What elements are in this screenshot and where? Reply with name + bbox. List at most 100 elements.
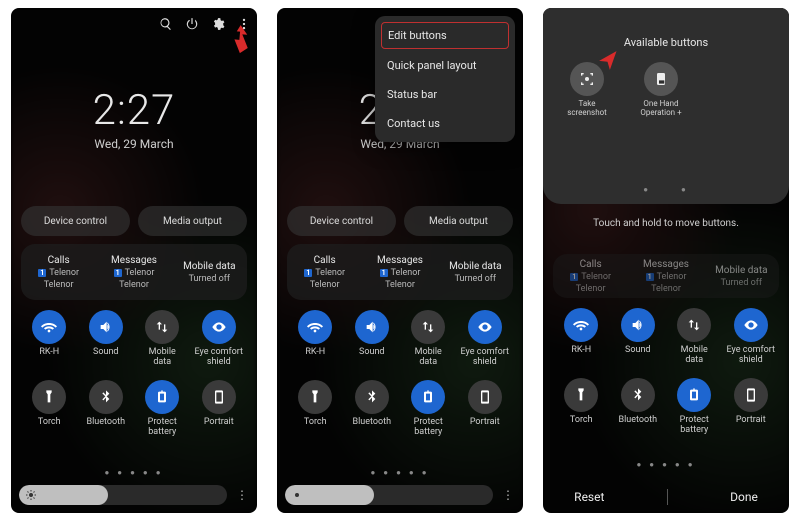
torch-icon (32, 380, 66, 414)
tile-label: Protect battery (667, 416, 721, 436)
tile-label: Sound (93, 348, 118, 358)
tile-bluetooth[interactable]: Bluetooth (78, 380, 135, 438)
quick-tiles-grid: RK-H Sound Mobile dataEye comfort shield To… (553, 308, 779, 436)
mobile_data-icon (145, 310, 179, 344)
tile-label: Portrait (204, 418, 234, 428)
power-icon[interactable] (185, 17, 199, 31)
tile-label: Torch (38, 418, 61, 428)
menu-quick-panel-layout[interactable]: Quick panel layout (375, 51, 515, 80)
sound-icon (621, 308, 655, 342)
tile-mobile_data[interactable]: Mobile data (400, 310, 457, 368)
mobile_data-icon (411, 310, 445, 344)
torch-icon (564, 378, 598, 412)
tile-sound[interactable]: Sound (344, 310, 401, 368)
tile-label: Sound (625, 346, 650, 356)
tile-wifi[interactable]: RK-H (287, 310, 344, 368)
tile-wifi[interactable]: RK-H (553, 308, 610, 366)
quick-tiles-grid: RK-HSound Mobile data Eye comfort shield To… (287, 310, 513, 438)
shortcut-pills: Device control Media output (21, 206, 247, 236)
tile-sound[interactable]: Sound (610, 308, 667, 366)
card-messages: Messages 1Telenor Telenor (96, 244, 171, 300)
menu-contact-us[interactable]: Contact us (375, 109, 515, 138)
clock-time: 2:27 (11, 86, 257, 135)
panel-overflow-menu: 2:27 Wed, 29 March Device control Media … (277, 8, 523, 513)
brightness-slider[interactable] (285, 485, 493, 505)
available-page-indicator: ● ● (543, 185, 789, 194)
clock-block: 2:27 Wed, 29 March (11, 86, 257, 151)
available-one-hand-operation[interactable]: One Hand Operation + (633, 62, 689, 118)
protect-icon (677, 378, 711, 412)
device-control-button[interactable]: Device control (287, 206, 396, 236)
portrait-icon (734, 378, 768, 412)
tile-bluetooth[interactable]: Bluetooth (610, 378, 667, 436)
eye-icon (468, 310, 502, 344)
search-icon[interactable] (159, 17, 173, 31)
sim-info-card: Calls1TelenorTelenor Messages1TelenorTel… (553, 254, 779, 298)
page-indicator: ● ● ● ● ● (277, 468, 523, 477)
tile-label: RK-H (571, 346, 591, 356)
wifi-icon (32, 310, 66, 344)
sim-info-card[interactable]: Calls 1Telenor Telenor Messages 1Telenor… (21, 244, 247, 300)
tile-bluetooth[interactable]: Bluetooth (344, 380, 401, 438)
screenshot-icon (579, 71, 595, 87)
tile-mobile_data[interactable]: Mobile data (666, 308, 723, 366)
tile-eye[interactable]: Eye comfort shield (723, 308, 780, 366)
tile-sound[interactable]: Sound (78, 310, 135, 368)
brightness-slider[interactable] (19, 485, 227, 505)
more-menu-icon[interactable] (237, 17, 251, 31)
tile-torch[interactable]: Torch (21, 380, 78, 438)
tile-label: Torch (304, 418, 327, 428)
tile-label: Protect battery (135, 418, 189, 438)
tile-label: Bluetooth (86, 418, 125, 428)
tile-wifi[interactable]: RK-H (21, 310, 78, 368)
tile-protect[interactable]: Protect battery (666, 378, 723, 436)
tile-portrait[interactable]: Portrait (457, 380, 514, 438)
tile-label: Eye comfort shield (727, 346, 775, 366)
tile-torch[interactable]: Torch (553, 378, 610, 436)
tile-eye[interactable]: Eye comfort shield (191, 310, 248, 368)
edit-hint-text: Touch and hold to move buttons. (543, 218, 789, 229)
sound-icon (355, 310, 389, 344)
settings-gear-icon[interactable] (211, 17, 225, 31)
tile-eye[interactable]: Eye comfort shield (457, 310, 514, 368)
brightness-more-icon[interactable]: ⋮ (501, 489, 515, 501)
clock-date: Wed, 29 March (11, 137, 257, 151)
brightness-row: ⋮ (19, 483, 249, 507)
bluetooth-icon (621, 378, 655, 412)
media-output-button[interactable]: Media output (404, 206, 513, 236)
device-control-button[interactable]: Device control (21, 206, 130, 236)
panel-edit-buttons: Available buttons Take screenshot One Ha… (543, 8, 789, 513)
tile-label: Bluetooth (352, 418, 391, 428)
sound-icon (89, 310, 123, 344)
tile-protect[interactable]: Protect battery (134, 380, 191, 438)
portrait-icon (202, 380, 236, 414)
media-output-button[interactable]: Media output (138, 206, 247, 236)
brightness-icon (291, 489, 303, 501)
wifi-icon (564, 308, 598, 342)
done-button[interactable]: Done (730, 490, 758, 504)
tile-portrait[interactable]: Portrait (191, 380, 248, 438)
tile-label: Eye comfort shield (195, 348, 243, 368)
available-take-screenshot[interactable]: Take screenshot (559, 62, 615, 118)
tile-protect[interactable]: Protect battery (400, 380, 457, 438)
tile-torch[interactable]: Torch (287, 380, 344, 438)
available-buttons-title: Available buttons (543, 36, 789, 49)
tile-label: Mobile data (415, 348, 442, 368)
tile-label: Eye comfort shield (461, 348, 509, 368)
bluetooth-icon (355, 380, 389, 414)
tile-label: Portrait (736, 416, 766, 426)
tile-mobile_data[interactable]: Mobile data (134, 310, 191, 368)
protect-icon (145, 380, 179, 414)
brightness-more-icon[interactable]: ⋮ (235, 489, 249, 501)
reset-button[interactable]: Reset (574, 490, 604, 504)
quick-tiles-grid: RK-H Sound Mobile data Eye comfort shield To… (21, 310, 247, 438)
available-buttons-area: Available buttons Take screenshot One Ha… (543, 8, 789, 204)
menu-status-bar[interactable]: Status bar (375, 80, 515, 109)
sim-info-card[interactable]: Calls1TelenorTelenor Messages1TelenorTel… (287, 244, 513, 300)
tile-label: Torch (570, 416, 593, 426)
tile-portrait[interactable]: Portrait (723, 378, 780, 436)
tile-label: Mobile data (149, 348, 176, 368)
menu-edit-buttons[interactable]: Edit buttons (381, 22, 509, 49)
tile-label: Bluetooth (618, 416, 657, 426)
panel-quick-settings: 2:27 Wed, 29 March Device control Media … (11, 8, 257, 513)
